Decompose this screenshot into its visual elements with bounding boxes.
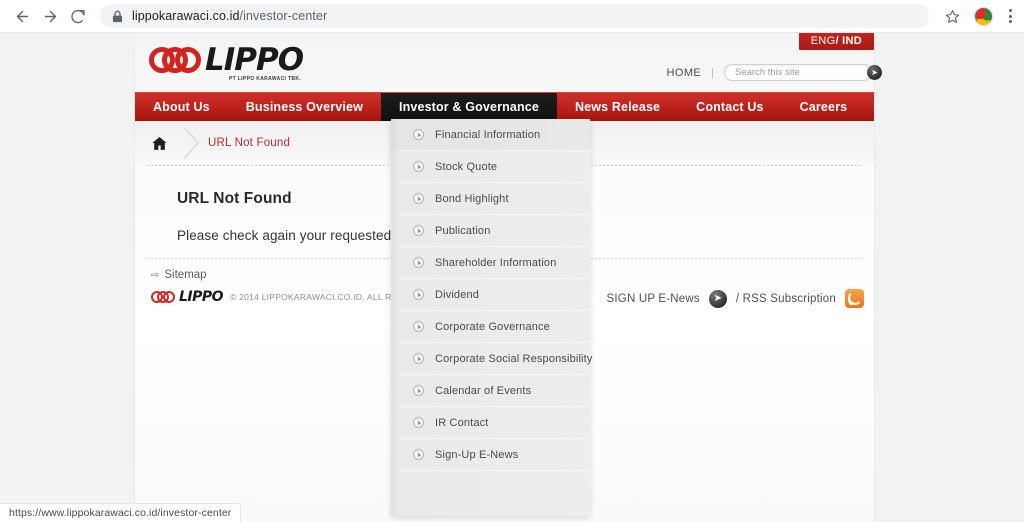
- dropdown-item-shareholder-information[interactable]: Shareholder Information: [391, 247, 590, 279]
- search-submit-button[interactable]: ➤: [867, 65, 882, 80]
- rss-feed-icon[interactable]: [845, 289, 864, 308]
- dropdown-item-label: Dividend: [435, 288, 480, 301]
- footer-logo: LIPPO: [151, 289, 224, 305]
- address-bar-text: lippokarawaci.co.id/investor-center: [132, 9, 327, 23]
- footer-logo-wordmark: LIPPO: [179, 289, 224, 305]
- nav-item-about-us[interactable]: About Us: [135, 93, 228, 121]
- site-logo[interactable]: LIPPO PT LIPPO KARAWACI TBK.: [149, 42, 304, 82]
- signup-enews-button[interactable]: ➤: [708, 289, 727, 308]
- footer-lippo-rings-icon: [151, 291, 177, 303]
- nav-item-business-overview[interactable]: Business Overview: [228, 93, 381, 121]
- language-ind-label: / IND: [835, 34, 862, 47]
- dropdown-item-label: Sign-Up E-News: [435, 448, 519, 461]
- lippo-rings-icon: [149, 47, 203, 73]
- dropdown-item-label: Calendar of Events: [435, 384, 532, 397]
- header-utility-bar: HOME | ➤: [667, 64, 882, 81]
- site-search[interactable]: ➤: [724, 64, 882, 81]
- dropdown-item-label: IR Contact: [435, 416, 489, 429]
- bullet-arrow-icon: [413, 161, 424, 172]
- dropdown-item-financial-information[interactable]: Financial Information: [391, 119, 590, 151]
- dropdown-item-label: Financial Information: [435, 128, 541, 141]
- dropdown-item-ir-contact[interactable]: IR Contact: [391, 407, 590, 439]
- dropdown-item-label: Corporate Governance: [435, 320, 550, 333]
- status-bar-url: https://www.lippokarawaci.co.id/investor…: [9, 507, 232, 519]
- url-path: /investor-center: [239, 9, 328, 23]
- dropdown-item-corporate-governance[interactable]: Corporate Governance: [391, 311, 590, 343]
- star-icon[interactable]: [939, 3, 965, 29]
- address-bar[interactable]: lippokarawaci.co.id/investor-center: [100, 4, 929, 28]
- investor-governance-dropdown: Financial Information Stock Quote Bond H…: [391, 119, 593, 516]
- dropdown-item-sign-up-enews[interactable]: Sign-Up E-News: [391, 439, 590, 471]
- rss-subscription-label[interactable]: / RSS Subscription: [736, 293, 836, 305]
- sitemap-label: Sitemap: [164, 269, 207, 281]
- bullet-arrow-icon: [413, 449, 424, 460]
- dropdown-item-bond-highlight[interactable]: Bond Highlight: [391, 183, 590, 215]
- bullet-arrow-icon: [413, 417, 424, 428]
- logo-subtitle: PT LIPPO KARAWACI TBK.: [228, 76, 302, 82]
- dropdown-item-label: Publication: [435, 224, 491, 237]
- bullet-arrow-icon: [413, 353, 424, 364]
- bullet-arrow-icon: [413, 289, 424, 300]
- browser-toolbar: lippokarawaci.co.id/investor-center: [0, 0, 1024, 33]
- logo-wordmark: LIPPO: [205, 42, 304, 78]
- dropdown-item-calendar-of-events[interactable]: Calendar of Events: [391, 375, 590, 407]
- url-domain: lippokarawaci.co.id: [132, 9, 240, 23]
- dropdown-item-label: Corporate Social Responsibility: [435, 352, 593, 365]
- profile-avatar[interactable]: [974, 6, 993, 26]
- link-status-bar: https://www.lippokarawaci.co.id/investor…: [0, 503, 242, 522]
- sitemap-arrow-icon: ⇨: [151, 269, 160, 281]
- forward-arrow-icon[interactable]: [36, 2, 64, 30]
- dropdown-item-label: Bond Highlight: [435, 192, 509, 205]
- language-toggle-button[interactable]: ENG / IND: [798, 33, 874, 50]
- signup-enews-label[interactable]: SIGN UP E-News: [607, 293, 700, 305]
- browser-actions: [939, 3, 1018, 29]
- back-arrow-icon[interactable]: [8, 2, 36, 30]
- kebab-menu-icon[interactable]: [1002, 9, 1018, 23]
- chevron-right-icon: [182, 127, 200, 159]
- enews-rss-group: SIGN UP E-News ➤ / RSS Subscription: [607, 289, 864, 308]
- bullet-arrow-icon: [413, 129, 424, 140]
- main-navigation: About Us Business Overview Investor & Go…: [135, 92, 874, 121]
- nav-item-careers[interactable]: Careers: [782, 93, 866, 121]
- dropdown-item-dividend[interactable]: Dividend: [391, 279, 590, 311]
- bullet-arrow-icon: [413, 225, 424, 236]
- dropdown-item-label: Stock Quote: [435, 160, 498, 173]
- bullet-arrow-icon: [413, 385, 424, 396]
- dropdown-item-stock-quote[interactable]: Stock Quote: [391, 151, 590, 183]
- utility-separator: |: [711, 66, 714, 79]
- search-input[interactable]: [735, 67, 867, 78]
- reload-icon[interactable]: [64, 2, 92, 30]
- home-link[interactable]: HOME: [667, 67, 702, 79]
- home-icon[interactable]: [151, 136, 168, 151]
- dropdown-item-label: Shareholder Information: [435, 256, 557, 269]
- breadcrumb-current: URL Not Found: [208, 137, 291, 149]
- site-header: LIPPO PT LIPPO KARAWACI TBK. ENG / IND H…: [135, 33, 882, 92]
- dropdown-item-publication[interactable]: Publication: [391, 215, 590, 247]
- dropdown-item-corporate-social-responsibility[interactable]: Corporate Social Responsibility: [391, 343, 593, 375]
- bullet-arrow-icon: [413, 321, 424, 332]
- language-eng-label: ENG: [810, 34, 836, 47]
- bullet-arrow-icon: [413, 193, 424, 204]
- page-viewport: LIPPO PT LIPPO KARAWACI TBK. ENG / IND H…: [0, 33, 1024, 522]
- bullet-arrow-icon: [413, 257, 424, 268]
- nav-item-news-release[interactable]: News Release: [557, 93, 678, 121]
- nav-item-contact-us[interactable]: Contact Us: [678, 93, 781, 121]
- lock-icon: [112, 10, 123, 22]
- nav-item-investor-governance[interactable]: Investor & Governance: [380, 93, 557, 121]
